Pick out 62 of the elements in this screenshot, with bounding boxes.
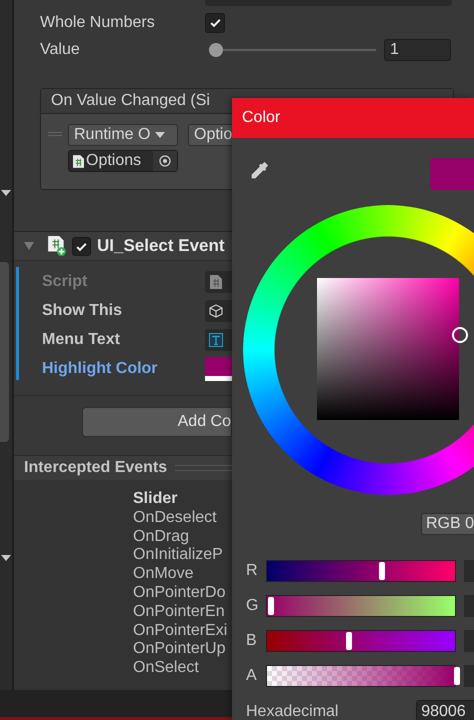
event-name: OnPointerEn bbox=[133, 602, 225, 622]
hex-field[interactable]: 98006 bbox=[416, 700, 474, 720]
text-object-field[interactable] bbox=[205, 328, 232, 350]
value-slider[interactable] bbox=[209, 42, 376, 56]
script-icon bbox=[209, 274, 223, 288]
dropdown-arrow-icon[interactable] bbox=[1, 190, 11, 196]
drag-handle-icon[interactable] bbox=[48, 132, 62, 136]
section-title: Intercepted Events bbox=[24, 459, 168, 477]
event-name: OnMove bbox=[133, 565, 194, 584]
object-field[interactable] bbox=[205, 300, 232, 322]
channel-label: B bbox=[245, 632, 258, 650]
hex-label: Hexadecimal bbox=[245, 703, 340, 720]
saturation-value-square[interactable] bbox=[317, 278, 459, 420]
caret-icon bbox=[155, 132, 166, 138]
script-icon bbox=[73, 154, 84, 168]
event-name: OnDeselect bbox=[133, 508, 217, 528]
channel-slider[interactable] bbox=[266, 594, 456, 616]
object-field[interactable]: Options bbox=[68, 150, 178, 172]
target-dropdown[interactable]: Runtime O bbox=[68, 124, 178, 146]
checkbox[interactable] bbox=[205, 12, 225, 32]
picker-handle[interactable] bbox=[452, 327, 468, 343]
scrollbar[interactable] bbox=[0, 262, 9, 442]
slider-thumb[interactable] bbox=[454, 666, 460, 684]
event-name: OnPointerExi bbox=[133, 622, 228, 640]
color-swatch[interactable] bbox=[205, 356, 232, 380]
slider-thumb[interactable] bbox=[268, 596, 274, 614]
channel-label: A bbox=[245, 666, 258, 684]
channel-label: R bbox=[245, 562, 259, 580]
text-icon bbox=[209, 332, 223, 346]
cube-icon bbox=[209, 304, 223, 318]
field-label: Script bbox=[42, 272, 88, 290]
event-name: OnInitializeP bbox=[133, 546, 223, 566]
event-group-name: Slider bbox=[133, 490, 178, 509]
dropdown-arrow-icon[interactable] bbox=[1, 555, 11, 561]
event-title: On Value Changed (Si bbox=[51, 92, 210, 110]
script-field[interactable] bbox=[205, 270, 232, 292]
channel-slider[interactable] bbox=[266, 560, 456, 582]
field-label: Show This bbox=[42, 302, 123, 320]
slider-thumb[interactable] bbox=[209, 42, 223, 56]
event-name: OnPointerUp bbox=[133, 640, 226, 660]
property-label: Value bbox=[40, 40, 81, 58]
enable-checkbox[interactable] bbox=[72, 236, 91, 256]
event-name: OnSelect bbox=[133, 659, 199, 678]
function-dropdown[interactable]: Optio bbox=[188, 124, 232, 146]
component-title: UI_Select Event bbox=[97, 236, 225, 256]
collapse-arrow-icon[interactable] bbox=[24, 242, 34, 250]
color-mode-dropdown[interactable]: RGB 0 bbox=[421, 513, 474, 535]
add-component-button[interactable]: Add Co bbox=[82, 407, 232, 437]
channel-slider[interactable] bbox=[266, 630, 456, 652]
slider-thumb[interactable] bbox=[346, 632, 352, 650]
value-field[interactable]: 1 bbox=[384, 38, 451, 60]
channel-label: G bbox=[245, 596, 260, 614]
script-icon bbox=[48, 236, 66, 256]
event-name: OnDrag bbox=[133, 528, 190, 546]
slider-thumb[interactable] bbox=[379, 562, 386, 580]
checkmark-icon bbox=[208, 16, 222, 29]
field-label: Highlight Color bbox=[42, 360, 159, 378]
field-label: Menu Text bbox=[42, 330, 121, 348]
event-name: OnPointerDo bbox=[133, 584, 226, 603]
property-label: Whole Numbers bbox=[40, 14, 156, 32]
target-icon[interactable] bbox=[159, 155, 171, 167]
window-title: Color bbox=[242, 109, 280, 127]
